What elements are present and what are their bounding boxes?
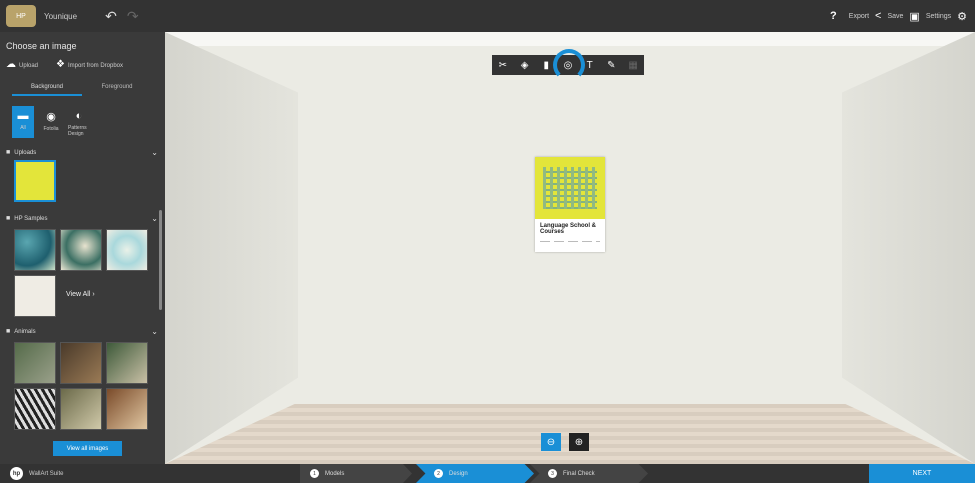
filter-fotolia-label: Fotolia [43,126,59,132]
upload-label: Upload [19,63,39,69]
right-wall [842,32,975,464]
help-button[interactable]: ? [830,10,837,22]
source-row: ☁ Upload ❖ Import from Dropbox [6,59,123,70]
upload-button[interactable]: ☁ Upload [6,59,38,70]
hp-logo-icon: hp [10,467,23,480]
poster-title: Language School & Courses [540,223,597,235]
room-canvas[interactable]: ✂ ◈ ▮ ◎ T ✎ ▦ Language School & Courses … [165,32,975,464]
filter-all-label: All [20,125,26,131]
sample-thumbnail[interactable] [60,229,102,271]
ceiling [165,32,975,46]
animal-thumbnail[interactable] [60,342,102,384]
left-wall [165,32,298,464]
frame-icon[interactable]: ▮ [538,60,554,71]
fill-icon[interactable]: ◈ [517,60,533,71]
tab-background[interactable]: Background [12,84,82,96]
view-all-images-button[interactable]: View all images [53,441,122,456]
dropbox-icon: ❖ [56,59,65,70]
next-button[interactable]: NEXT [869,464,975,483]
animal-thumbnail[interactable] [106,342,148,384]
filter-patterns-label: Patterns Design [68,125,87,137]
zoom-out-icon: ⊖ [546,436,556,448]
step-models[interactable]: 1 Models [300,464,412,483]
edit-icon[interactable]: ✎ [603,60,619,71]
redo-icon[interactable]: ↷ [127,8,139,25]
animal-thumbnail[interactable] [14,388,56,430]
sidebar-title: Choose an image [6,41,77,51]
fotolia-icon: ◉ [46,111,56,123]
suite-name: WallArt Suite [29,470,64,477]
zoom-in-button[interactable]: ⊕ [569,433,589,451]
step-number: 1 [310,469,319,478]
section-animals-label: Animals [14,328,36,335]
project-name[interactable]: Younique [44,12,77,21]
animal-thumbnail[interactable] [60,388,102,430]
save-button[interactable]: Save [887,13,903,20]
undo-icon[interactable]: ↶ [105,8,117,25]
gear-icon[interactable]: ⚙ [957,10,967,23]
step-final-check[interactable]: 3 Final Check [530,464,648,483]
step-label: Models [325,470,345,477]
layer-tabs: Background Foreground [12,84,152,96]
poster-artwork [535,157,605,219]
top-bar: HP Younique ↶ ↷ ? Export < Save ▣ Settin… [0,0,975,32]
image-sidebar: Choose an image ☁ Upload ❖ Import from Dro… [0,32,165,464]
logo-text: HP [16,12,26,20]
export-button[interactable]: Export [849,13,869,20]
section-hp-samples-label: HP Samples [14,215,48,222]
folder-icon: ■ [6,149,11,156]
top-actions: ? Export < Save ▣ Settings ⚙ [830,0,967,32]
crop-icon[interactable]: ✂ [495,60,511,71]
zoom-in-icon: ⊕ [574,436,584,448]
step-label: Design [449,470,468,477]
poster-pattern [543,167,597,209]
chevron-down-icon[interactable]: ⌄ [151,327,158,336]
share-icon[interactable]: < [875,10,881,22]
wall-poster[interactable]: Language School & Courses [535,157,605,252]
filter-row: ▬ All ◉ Fotolia ◐ Patterns Design [12,106,90,138]
view-all-link[interactable]: View All › [66,291,95,298]
poster-lines [540,241,600,242]
section-hp-samples[interactable]: ■ HP Samples ⌄ [6,214,158,223]
section-animals[interactable]: ■ Animals ⌄ [6,327,158,336]
step-design[interactable]: 2 Design [416,464,534,483]
folder-icon: ■ [6,328,11,335]
sample-thumbnail[interactable] [14,229,56,271]
step-label: Final Check [563,470,595,477]
step-number: 3 [548,469,557,478]
dropbox-button[interactable]: ❖ Import from Dropbox [56,59,123,70]
section-uploads[interactable]: ■ Uploads ⌄ [6,148,158,157]
filter-all[interactable]: ▬ All [12,106,34,138]
dropbox-label: Import from Dropbox [67,63,124,69]
animal-thumbnail[interactable] [14,342,56,384]
section-uploads-label: Uploads [14,149,37,156]
animal-thumbnail[interactable] [106,388,148,430]
patterns-icon: ◐ [75,110,83,122]
highlight-ring [553,49,585,81]
step-number: 2 [434,469,443,478]
filter-fotolia[interactable]: ◉ Fotolia [40,106,62,138]
app-logo[interactable]: HP [6,5,36,27]
chevron-down-icon[interactable]: ⌄ [151,148,158,157]
chevron-right-icon: › [92,291,95,298]
view-all-label: View All [66,291,91,298]
settings-button[interactable]: Settings [926,13,951,20]
filter-patterns[interactable]: ◐ Patterns Design [68,106,90,138]
folder-icon: ■ [6,215,11,222]
folder-icon: ▬ [17,110,29,122]
sidebar-scrollbar[interactable] [159,210,162,310]
cloud-upload-icon: ☁ [6,59,16,70]
zoom-out-button[interactable]: ⊖ [541,433,561,451]
chevron-down-icon[interactable]: ⌄ [151,214,158,223]
grid-icon[interactable]: ▦ [625,60,641,71]
upload-thumbnail[interactable] [14,160,56,202]
bottom-bar: hp WallArt Suite 1 Models 2 Design 3 Final … [0,464,975,483]
sample-thumbnail[interactable] [106,229,148,271]
sample-thumbnail[interactable] [14,275,56,317]
save-icon[interactable]: ▣ [909,10,919,23]
tab-foreground[interactable]: Foreground [82,84,152,96]
